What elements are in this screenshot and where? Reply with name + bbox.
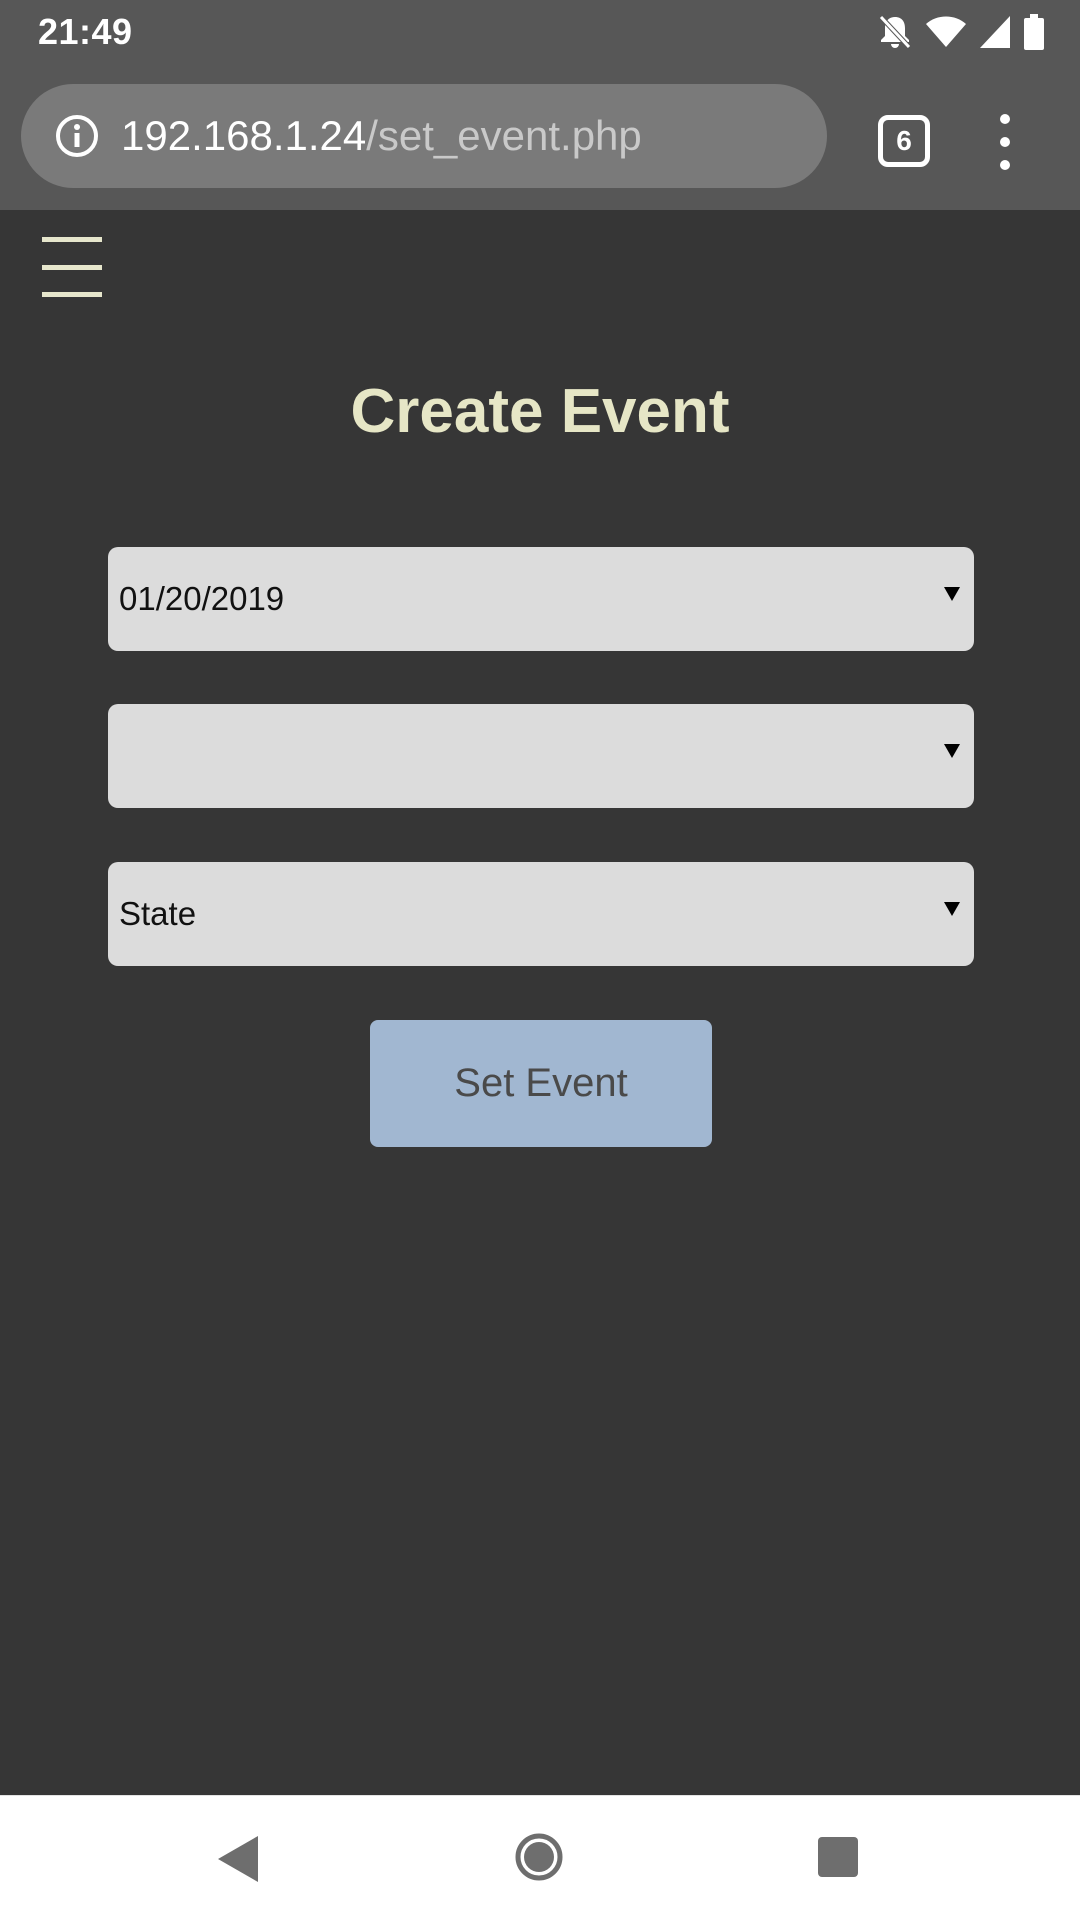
state-select[interactable]: State (108, 862, 974, 966)
hamburger-line (42, 237, 102, 242)
tab-switcher-icon[interactable]: 6 (878, 115, 930, 167)
status-bar: 21:49 (0, 0, 1080, 64)
menu-dot (1000, 114, 1010, 124)
more-vert-icon[interactable] (993, 114, 1017, 170)
tab-count: 6 (896, 125, 912, 156)
hamburger-menu-icon[interactable] (42, 237, 102, 297)
menu-dot (1000, 160, 1010, 170)
browser-toolbar: 192.168.1.24/set_event.php 6 (0, 64, 1080, 210)
status-time: 21:49 (38, 11, 133, 52)
dropdown-arrow-icon (944, 587, 960, 601)
page-title: Create Event (350, 377, 730, 446)
date-select[interactable]: 01/20/2019 (108, 547, 974, 651)
cell-signal-icon (980, 16, 1010, 48)
info-icon[interactable] (55, 114, 99, 158)
page-content: Create Event 01/20/2019 State Set Event (0, 210, 1080, 1795)
status-icons (878, 12, 1044, 52)
address-bar[interactable]: 192.168.1.24/set_event.php (21, 84, 827, 188)
state-select-value: State (119, 895, 197, 932)
dropdown-arrow-icon (944, 902, 960, 916)
home-icon[interactable] (515, 1833, 563, 1881)
event-select[interactable] (108, 704, 974, 808)
set-event-button[interactable]: Set Event (370, 1020, 712, 1147)
hamburger-line (42, 292, 102, 297)
url-text[interactable]: 192.168.1.24/set_event.php (121, 108, 642, 164)
navigation-bar (0, 1795, 1080, 1920)
recents-icon[interactable] (818, 1837, 858, 1877)
date-select-value: 01/20/2019 (119, 580, 285, 617)
notifications-off-icon (879, 15, 911, 49)
back-icon[interactable] (218, 1836, 258, 1882)
battery-icon (1024, 14, 1044, 50)
url-host: 192.168.1.24 (121, 112, 367, 159)
wifi-icon (926, 16, 966, 47)
dropdown-arrow-icon (944, 744, 960, 758)
menu-dot (1000, 137, 1010, 147)
url-path: /set_event.php (366, 112, 642, 159)
hamburger-line (42, 264, 102, 270)
